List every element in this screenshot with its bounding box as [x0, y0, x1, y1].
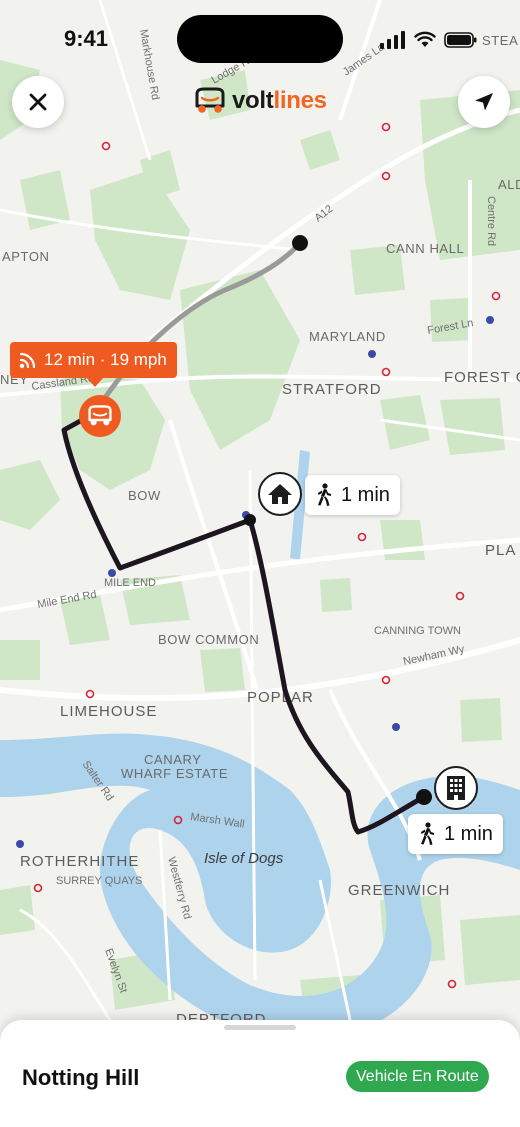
status-time: 9:41: [64, 26, 109, 51]
map[interactable]: CANN HALL MARYLAND STRATFORD FOREST G BO…: [0, 0, 520, 1127]
home-icon: [268, 484, 292, 504]
live-signal-icon: [19, 352, 36, 369]
battery-icon: [444, 32, 477, 48]
label-poplar: POPLAR: [247, 689, 314, 706]
vehicle-icon: [88, 405, 112, 426]
pickup-walk-text: 1 min: [341, 483, 390, 506]
vehicle-eta-badge: 12 min · 19 mph: [10, 342, 177, 378]
label-maryland: MARYLAND: [309, 329, 386, 344]
location-arrow-icon: [475, 93, 493, 111]
dynamic-island: [177, 15, 343, 63]
close-icon: [29, 93, 47, 111]
logo-text-lines: lines: [273, 87, 327, 114]
label-isle-of-dogs: Isle of Dogs: [204, 850, 284, 867]
close-button[interactable]: [12, 76, 64, 128]
label-limehouse: LIMEHOUSE: [60, 703, 157, 720]
status-icons: [380, 30, 478, 50]
dropoff-dot: [416, 789, 432, 805]
label-plaistow: PLA: [485, 542, 516, 559]
label-surrey-quays: SURREY QUAYS: [56, 875, 142, 887]
label-upton: APTON: [2, 249, 50, 264]
label-bow-common: BOW COMMON: [158, 632, 259, 647]
label-bow: BOW: [128, 488, 161, 503]
label-mile-end: MILE END: [104, 577, 156, 589]
locate-me-button[interactable]: [458, 76, 510, 128]
cellular-signal-icon: [380, 31, 405, 49]
label-rotherhithe: ROTHERHITHE: [20, 853, 139, 870]
status-bar: 9:41: [0, 0, 520, 80]
voltlines-logo-icon: [195, 87, 225, 113]
label-greenwich: GREENWICH: [348, 882, 450, 899]
label-cann-hall: CANN HALL: [386, 241, 464, 256]
walking-person-icon: [421, 822, 434, 845]
logo-text: voltlines: [232, 87, 327, 115]
eta-badge-pointer: [86, 377, 104, 387]
wifi-icon: [414, 31, 436, 47]
logo-text-volt: volt: [232, 87, 274, 114]
route-start-dot: [292, 235, 308, 251]
label-canning-town: CANNING TOWN: [374, 625, 461, 637]
label-wharf-estate: WHARF ESTATE: [121, 766, 228, 781]
pickup-walk-time: 1 min: [305, 475, 400, 515]
pickup-dot: [244, 514, 256, 526]
dropoff-walk-time: 1 min: [408, 814, 503, 854]
destination-title: Notting Hill: [22, 1065, 140, 1090]
label-centre-rd: Centre Rd: [485, 196, 497, 246]
dropoff-walk-text: 1 min: [444, 822, 493, 845]
label-forest-gate: FOREST G: [444, 369, 520, 386]
label-canary: CANARY: [144, 752, 202, 767]
sheet-drag-handle[interactable]: [224, 1025, 296, 1030]
bottom-sheet[interactable]: Notting Hill Vehicle En Route: [0, 1020, 520, 1127]
vehicle-eta-text: 12 min · 19 mph: [44, 350, 167, 369]
label-stratford: STRATFORD: [282, 381, 382, 398]
pickup-stop-marker[interactable]: [258, 472, 302, 516]
vehicle-marker[interactable]: [79, 395, 121, 437]
walking-person-icon: [318, 483, 331, 506]
dropoff-stop-marker[interactable]: [434, 766, 478, 810]
label-aldersbrook: ALD: [498, 177, 520, 192]
office-building-icon: [447, 776, 465, 800]
voltlines-logo: voltlines: [192, 84, 327, 118]
trip-status-badge: Vehicle En Route: [346, 1061, 489, 1092]
